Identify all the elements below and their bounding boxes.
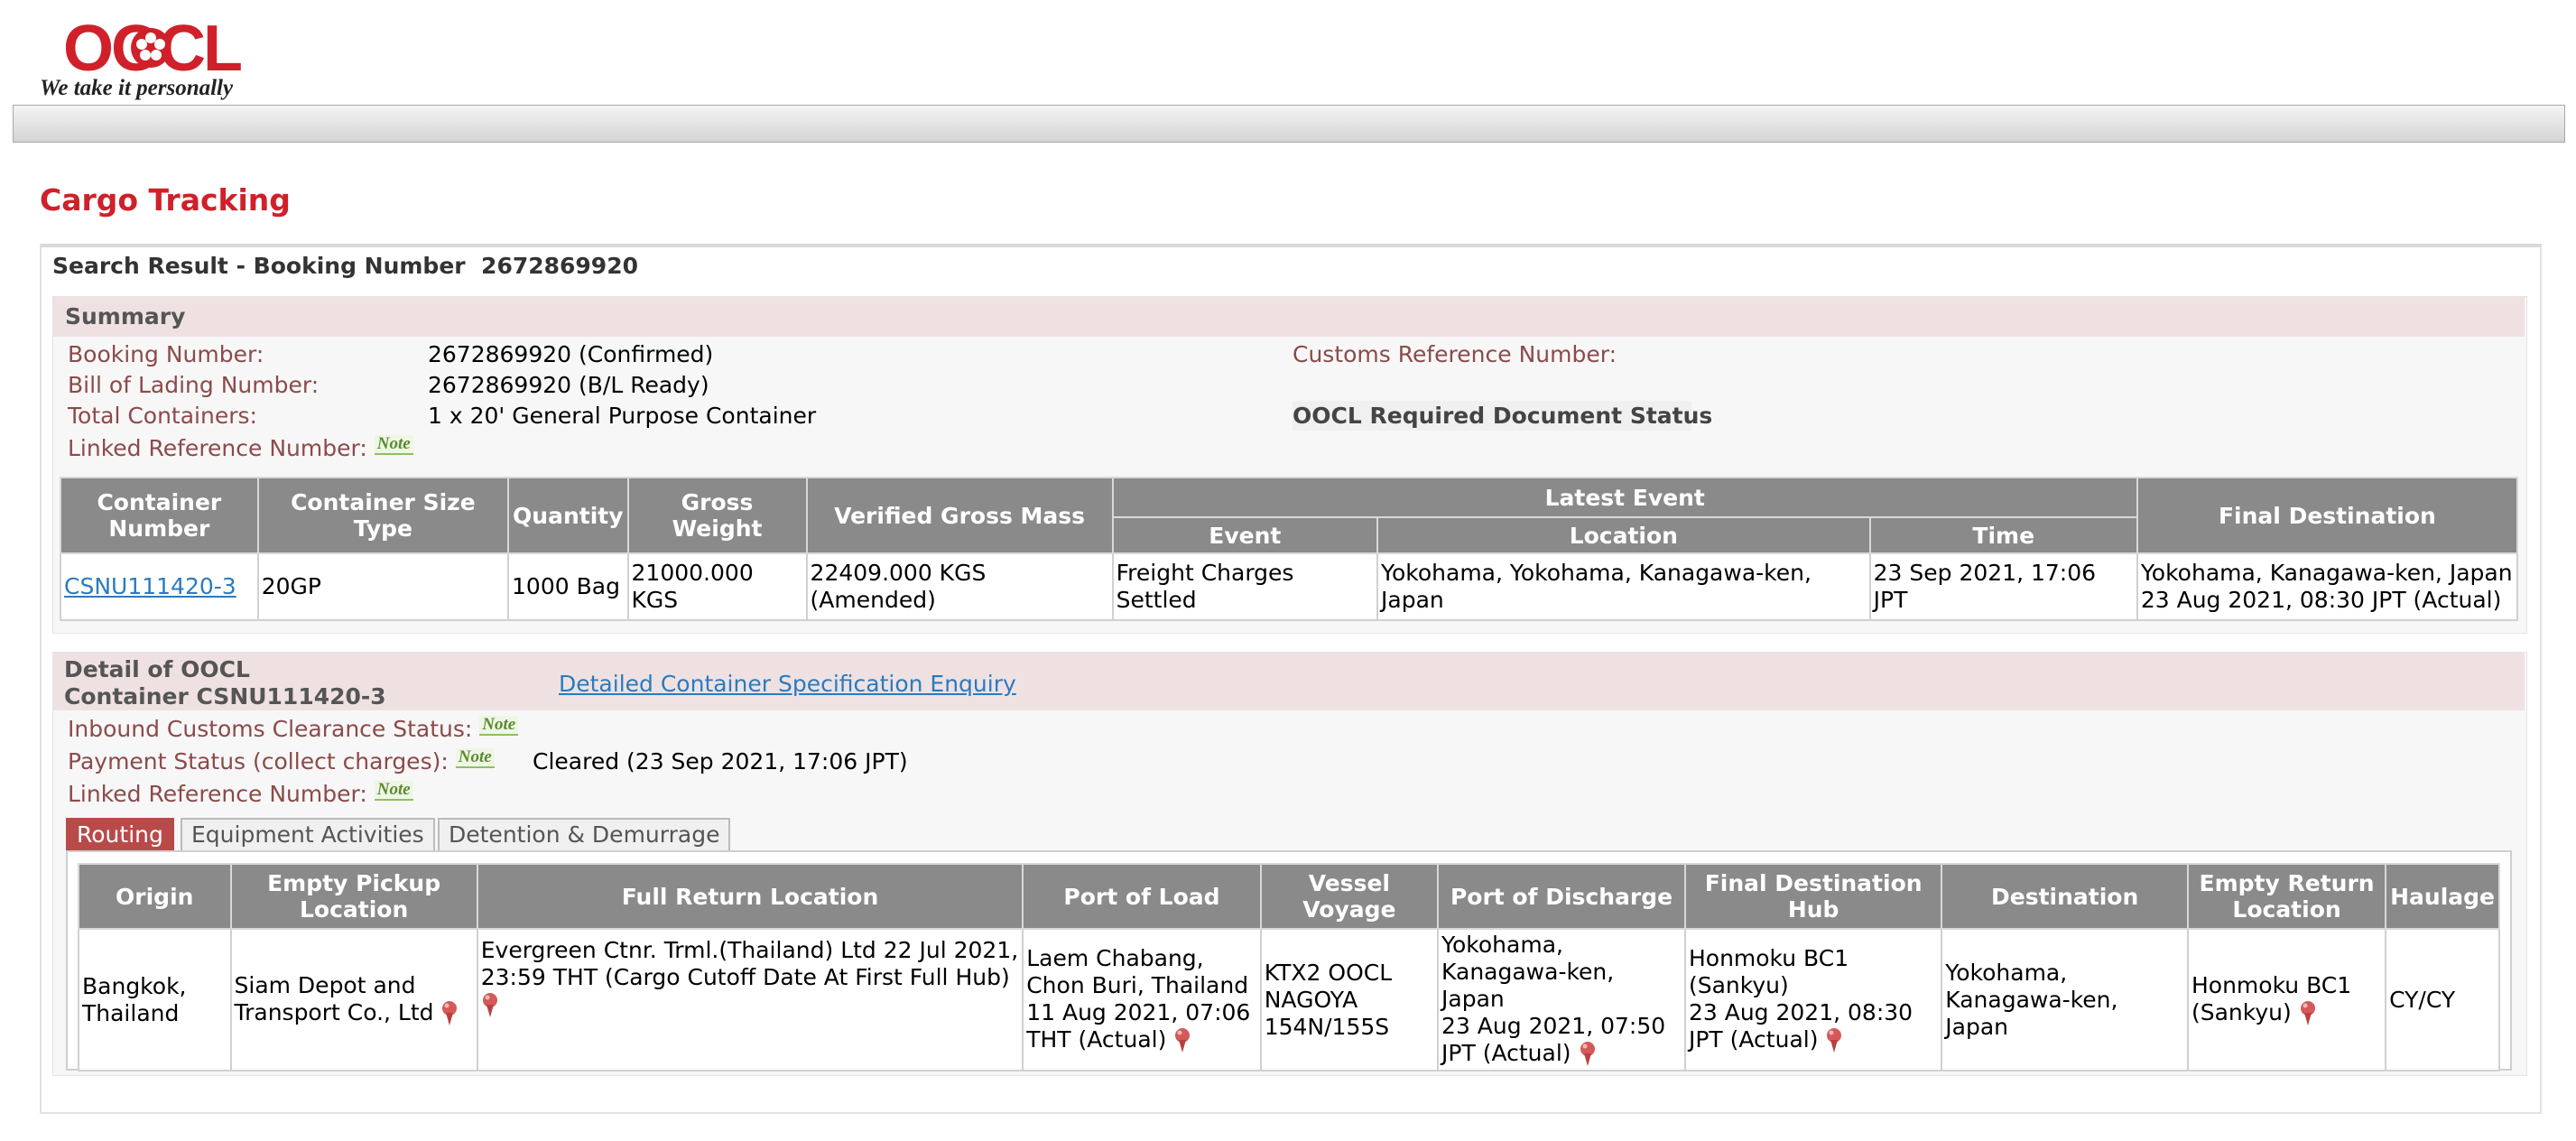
payment-status-text: Payment Status (collect charges): <box>68 748 449 775</box>
routing-table: Origin Empty Pickup Location Full Return… <box>78 863 2500 1071</box>
cell-empty-return: Honmoku BC1 (Sankyu) <box>2186 928 2387 1071</box>
full-return-text: Evergreen Ctnr. Trml.(Thailand) Ltd 22 J… <box>480 937 1019 990</box>
cell-origin: Bangkok, Thailand <box>78 928 232 1071</box>
plum-blossom-icon <box>131 28 171 68</box>
col-vgm: Verified Gross Mass <box>805 477 1114 554</box>
port-of-discharge-place: Yokohama, Kanagawa-ken, Japan <box>1441 932 1615 1012</box>
col-container-number: Container Number <box>60 477 259 554</box>
summary-header: Summary <box>53 297 2525 337</box>
cell-port-of-discharge: Yokohama, Kanagawa-ken, Japan 23 Aug 202… <box>1437 928 1686 1071</box>
cell-haulage: CY/CY <box>2385 928 2500 1071</box>
oocl-logo: OOCL We take it personally <box>38 13 273 101</box>
inbound-customs-text: Inbound Customs Clearance Status: <box>68 716 473 742</box>
table-row: Bangkok, Thailand Siam Depot and Transpo… <box>78 928 2500 1071</box>
linked-reference-text: Linked Reference Number: <box>68 435 367 461</box>
col-final-destination-hub: Final Destination Hub <box>1683 863 1943 930</box>
cell-size-type: 20GP <box>256 552 510 621</box>
col-quantity: Quantity <box>507 477 629 554</box>
tab-equipment-activities[interactable]: Equipment Activities <box>181 818 435 852</box>
payment-status-value: Cleared (23 Sep 2021, 17:06 JPT) <box>533 748 908 775</box>
col-destination: Destination <box>1941 863 2189 930</box>
tab-routing[interactable]: Routing <box>66 818 174 852</box>
detail-title-line2: Container CSNU111420-3 <box>64 683 386 710</box>
container-number-link[interactable]: CSNU111420-3 <box>64 573 236 599</box>
final-destination-place: Yokohama, Kanagawa-ken, Japan <box>2140 560 2513 586</box>
cell-quantity: 1000 Bag <box>507 552 629 621</box>
detail-header: Detail of OOCL Container CSNU111420-3 De… <box>53 653 2525 710</box>
detail-title-line1: Detail of OOCL <box>64 656 250 682</box>
cell-container-number: CSNU111420-3 <box>60 552 259 621</box>
cell-gross-weight: 21000.000 KGS <box>626 552 808 621</box>
col-time: Time <box>1868 516 2138 554</box>
cell-vgm: 22409.000 KGS (Amended) <box>805 552 1114 621</box>
booking-number-label: Booking Number: <box>68 341 264 367</box>
search-result-heading: Search Result - Booking Number 267286992… <box>52 253 638 279</box>
cell-vessel-voyage: KTX2 OOCL NAGOYA 154N/155S <box>1259 928 1440 1071</box>
note-icon[interactable]: Note <box>455 748 495 768</box>
document-status-heading: OOCL Required Document Status <box>1293 401 1713 431</box>
navigation-bar <box>13 105 2565 143</box>
cell-destination: Yokohama, Kanagawa-ken, Japan <box>1941 928 2189 1071</box>
cell-final-destination: Yokohama, Kanagawa-ken, Japan 23 Aug 202… <box>2136 552 2519 621</box>
col-port-of-discharge: Port of Discharge <box>1437 863 1686 930</box>
map-pin-icon[interactable] <box>1579 1041 1597 1068</box>
linked-reference-label: Linked Reference Number: Note <box>68 435 413 461</box>
cell-port-of-load: Laem Chabang, Chon Buri, Thailand 11 Aug… <box>1022 928 1262 1071</box>
col-haulage: Haulage <box>2385 863 2500 930</box>
note-icon[interactable]: Note <box>374 435 413 455</box>
cell-location: Yokohama, Yokohama, Kanagawa-ken, Japan <box>1376 552 1871 621</box>
note-icon[interactable]: Note <box>479 716 519 736</box>
summary-title: Summary <box>65 303 186 329</box>
inbound-customs-label: Inbound Customs Clearance Status: Note <box>68 716 519 742</box>
col-empty-return: Empty Return Location <box>2186 863 2387 930</box>
cell-empty-pickup: Siam Depot and Transport Co., Ltd <box>229 928 478 1071</box>
final-hub-place: Honmoku BC1 (Sankyu) <box>1688 945 1849 998</box>
col-event: Event <box>1111 516 1379 554</box>
map-pin-icon[interactable] <box>2299 1000 2317 1027</box>
cell-full-return: Evergreen Ctnr. Trml.(Thailand) Ltd 22 J… <box>476 928 1024 1071</box>
final-destination-time: 23 Aug 2021, 08:30 JPT (Actual) <box>2140 587 2502 613</box>
tagline: We take it personally <box>40 76 234 100</box>
spec-enquiry-link[interactable]: Detailed Container Specification Enquiry <box>559 671 1016 697</box>
col-full-return: Full Return Location <box>476 863 1024 930</box>
table-row: CSNU111420-3 20GP 1000 Bag 21000.000 KGS… <box>60 552 2519 621</box>
map-pin-icon[interactable] <box>1173 1027 1191 1054</box>
cell-event: Freight Charges Settled <box>1111 552 1379 621</box>
col-origin: Origin <box>78 863 232 930</box>
cell-time: 23 Sep 2021, 17:06 JPT <box>1868 552 2138 621</box>
total-containers-value: 1 x 20' General Purpose Container <box>428 403 817 429</box>
col-latest-event: Latest Event <box>1111 477 2138 518</box>
booking-number-value: 2672869920 (Confirmed) <box>428 341 714 367</box>
col-port-of-load: Port of Load <box>1022 863 1262 930</box>
col-empty-pickup: Empty Pickup Location <box>229 863 478 930</box>
container-table: Container Number Container Size Type Qua… <box>60 477 2519 621</box>
port-of-discharge-time: 23 Aug 2021, 07:50 JPT (Actual) <box>1441 1013 1666 1066</box>
map-pin-icon[interactable] <box>1825 1027 1843 1054</box>
search-result-prefix: Search Result - Booking Number <box>52 253 466 279</box>
page-title: Cargo Tracking <box>40 182 291 218</box>
col-gross-weight: Gross Weight <box>626 477 808 554</box>
col-location: Location <box>1376 516 1871 554</box>
bl-number-label: Bill of Lading Number: <box>68 372 320 398</box>
cell-final-destination-hub: Honmoku BC1 (Sankyu) 23 Aug 2021, 08:30 … <box>1683 928 1943 1071</box>
port-of-load-time: 11 Aug 2021, 07:06 THT (Actual) <box>1026 999 1251 1053</box>
final-hub-time: 23 Aug 2021, 08:30 JPT (Actual) <box>1688 999 1913 1053</box>
payment-status-label: Payment Status (collect charges): Note <box>68 748 495 775</box>
port-of-load-place: Laem Chabang, Chon Buri, Thailand <box>1026 945 1249 998</box>
col-vessel-voyage: Vessel Voyage <box>1259 863 1440 930</box>
empty-return-text: Honmoku BC1 (Sankyu) <box>2191 972 2352 1025</box>
bl-number-value: 2672869920 (B/L Ready) <box>428 372 709 398</box>
tab-detention-demurrage[interactable]: Detention & Demurrage <box>438 818 731 852</box>
detail-linked-reference-text: Linked Reference Number: <box>68 781 367 807</box>
detail-linked-reference-label: Linked Reference Number: Note <box>68 781 413 807</box>
note-icon[interactable]: Note <box>374 781 413 801</box>
map-pin-icon[interactable] <box>440 1000 459 1027</box>
search-result-booking-number: 2672869920 <box>481 253 638 279</box>
col-size-type: Container Size Type <box>256 477 510 554</box>
empty-pickup-text: Siam Depot and Transport Co., Ltd <box>234 972 434 1025</box>
map-pin-icon[interactable] <box>481 992 499 1019</box>
customs-reference-label: Customs Reference Number: <box>1293 341 1617 367</box>
total-containers-label: Total Containers: <box>68 403 257 429</box>
col-final-destination: Final Destination <box>2136 477 2519 554</box>
